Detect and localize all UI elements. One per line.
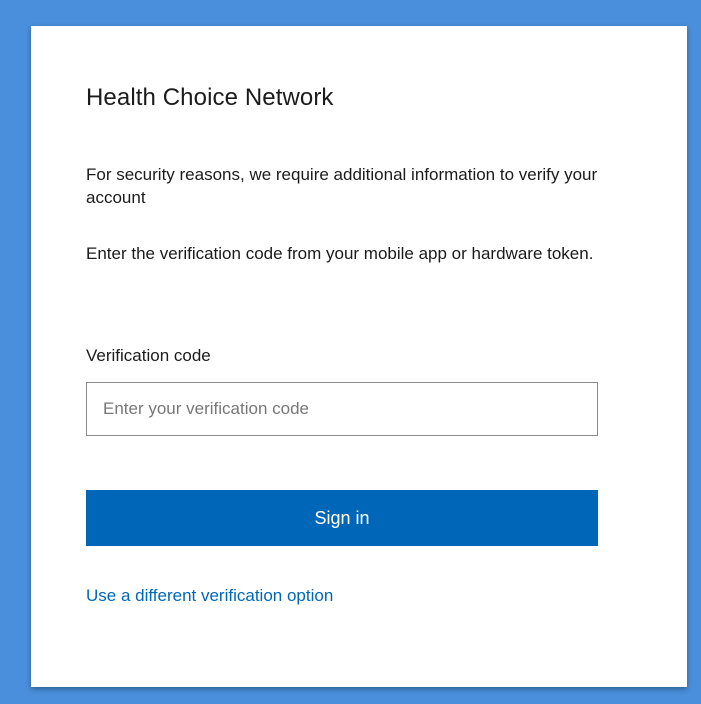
sign-in-button[interactable]: Sign in [86, 490, 598, 546]
page-title: Health Choice Network [86, 84, 334, 111]
security-message: For security reasons, we require additio… [86, 165, 598, 207]
verification-card: Health Choice Network For security reaso… [31, 26, 687, 687]
different-verification-option-link[interactable]: Use a different verification option [86, 586, 333, 606]
instruction-text: Enter the verification code from your mo… [86, 244, 594, 263]
verification-code-label: Verification code [86, 346, 211, 365]
verification-code-input[interactable] [86, 382, 598, 436]
page-background: Health Choice Network For security reaso… [0, 0, 701, 704]
